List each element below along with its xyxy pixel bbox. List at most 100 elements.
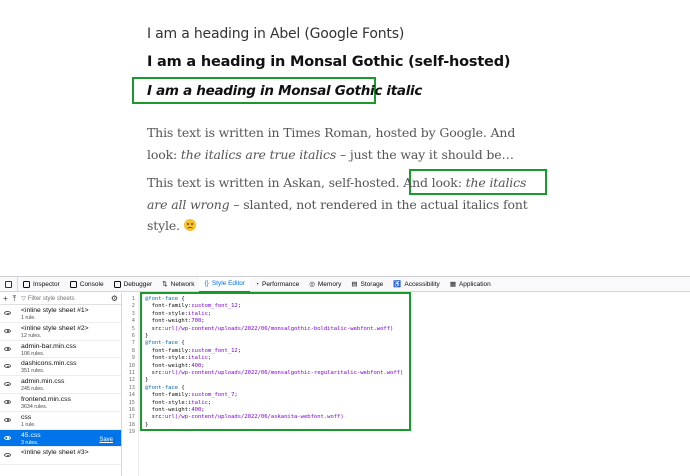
inspector-icon: [23, 280, 30, 288]
tab-label: Console: [79, 280, 104, 288]
eye-icon[interactable]: [0, 396, 15, 404]
stylesheet-item-selected[interactable]: 45.css 3 rules. Save: [0, 429, 121, 448]
debugger-icon: [113, 280, 121, 288]
stylesheet-rule-count: 351 rules.: [21, 368, 45, 375]
line-number: 4: [131, 318, 135, 325]
braces-icon: {}: [204, 280, 209, 287]
stylesheet-item[interactable]: frontend.min.css 3634 rules.: [0, 394, 121, 412]
stylesheet-name: dashicons.min.css: [21, 360, 77, 368]
filter-icon: ▽: [21, 296, 26, 302]
highlight-box-code: [140, 292, 411, 431]
tab-storage[interactable]: ▤ Storage: [346, 277, 388, 292]
line-number: 1: [131, 296, 135, 302]
memory-icon: ◎: [309, 281, 315, 288]
line-number: 9: [131, 355, 135, 362]
gauge-icon: ◔: [255, 280, 259, 288]
console-icon: [69, 280, 77, 288]
line-number: 12: [128, 377, 135, 384]
paragraph-askan: This text is written in Askan, self-host…: [147, 172, 547, 237]
tab-application[interactable]: ▦ Application: [445, 277, 496, 292]
line-number: 19: [128, 429, 135, 436]
stylesheet-name: 45.css: [21, 431, 41, 439]
line-number: 14: [128, 392, 135, 399]
tab-label: Network: [170, 280, 195, 288]
application-icon: ▦: [449, 281, 456, 288]
line-number: 18: [128, 421, 135, 428]
line-number: 13: [128, 384, 135, 391]
eye-icon[interactable]: [0, 449, 15, 458]
tab-debugger[interactable]: Debugger: [109, 277, 158, 292]
paragraph-times-italic: the italics are true italics: [180, 146, 337, 162]
save-button[interactable]: Save: [99, 437, 113, 443]
tab-label: Memory: [317, 280, 342, 288]
filter-placeholder: Filter style sheets: [27, 295, 75, 302]
stylesheet-name: admin.min.css: [21, 378, 65, 386]
import-stylesheet-icon[interactable]: ⤒: [13, 294, 17, 303]
eye-icon[interactable]: [0, 360, 15, 369]
stylesheet-rule-count: 245 rules.: [21, 386, 45, 393]
stylesheet-rule-count: 1 rule.: [21, 421, 36, 428]
stylesheet-rule-count: 3 rules.: [21, 439, 39, 446]
tab-performance[interactable]: ◔ Performance: [250, 277, 304, 292]
eye-icon[interactable]: [0, 307, 15, 315]
network-icon: ⇅: [162, 281, 168, 288]
paragraph-times: This text is written in Times Roman, hos…: [147, 122, 547, 165]
line-number: 10: [128, 362, 135, 369]
heading-abel: I am a heading in Abel (Google Fonts): [147, 26, 405, 42]
line-number: 3: [131, 310, 135, 317]
page-preview: I am a heading in Abel (Google Fonts) I …: [0, 0, 690, 276]
stylesheet-name: <inline style sheet #2>: [21, 324, 89, 332]
heading-monsal-bold: I am a heading in Monsal Gothic (self-ho…: [147, 54, 511, 70]
stylesheet-name: admin-bar.min.css: [21, 342, 77, 350]
line-number: 8: [131, 347, 135, 354]
stylesheet-item[interactable]: <inline style sheet #3>: [0, 447, 121, 466]
stylesheet-item[interactable]: admin-bar.min.css 106 rules.: [0, 341, 121, 359]
add-stylesheet-icon[interactable]: +: [3, 294, 8, 303]
eye-icon[interactable]: [0, 432, 15, 440]
sidebar-toolbar: + ⤒ ▽ Filter style sheets ⚙: [0, 293, 121, 305]
tab-label: Style Editor: [211, 280, 246, 287]
paragraph-askan-text-a: This text is written in Askan, self-host…: [147, 175, 466, 190]
stylesheet-item[interactable]: <inline style sheet #2> 12 rules.: [0, 323, 121, 341]
eye-icon[interactable]: [0, 325, 15, 333]
stylesheet-item[interactable]: dashicons.min.css 351 rules.: [0, 358, 121, 377]
line-number: 17: [128, 414, 135, 421]
stylesheet-name: <inline style sheet #3>: [21, 449, 89, 457]
stylesheet-rule-count: 3634 rules.: [21, 403, 48, 410]
paragraph-times-text-b: – just the way it should be…: [336, 146, 514, 162]
tab-accessibility[interactable]: ♿ Accessibility: [388, 277, 445, 292]
stylesheet-rule-count: 106 rules.: [21, 350, 45, 357]
tab-console[interactable]: Console: [65, 277, 109, 292]
eye-icon[interactable]: [0, 378, 15, 387]
element-picker-icon[interactable]: [0, 276, 18, 292]
tab-label: Storage: [360, 280, 384, 288]
stylesheet-name: css: [21, 413, 32, 421]
filter-stylesheets-input[interactable]: ▽ Filter style sheets: [21, 295, 106, 303]
stylesheet-rule-count: 12 rules.: [21, 332, 42, 339]
tab-style-editor[interactable]: {} Style Editor: [199, 276, 251, 292]
tab-label: Performance: [262, 280, 300, 288]
tab-memory[interactable]: ◎ Memory: [304, 277, 346, 292]
tab-label: Accessibility: [404, 280, 440, 288]
line-number: 7: [131, 340, 135, 347]
tab-network[interactable]: ⇅ Network: [157, 277, 199, 292]
heading-monsal-italic: I am a heading in Monsal Gothic italic: [147, 83, 423, 99]
tab-label: Application: [458, 280, 491, 288]
eye-icon[interactable]: [0, 414, 15, 422]
eye-icon[interactable]: [0, 343, 15, 351]
stylesheet-item[interactable]: admin.min.css 245 rules.: [0, 376, 121, 394]
tab-label: Inspector: [33, 280, 60, 288]
line-number: 6: [131, 333, 135, 339]
line-number: 5: [131, 325, 135, 332]
tab-label: Debugger: [123, 280, 153, 288]
devtools-tabbar: Inspector Console Debugger ⇅ Network {} St…: [0, 276, 690, 292]
stylesheet-item[interactable]: <inline style sheet #1> 1 rule.: [0, 305, 121, 323]
tab-inspector[interactable]: Inspector: [18, 277, 65, 292]
line-number: 11: [128, 370, 135, 376]
settings-gear-icon[interactable]: ⚙: [111, 294, 118, 303]
line-number: 2: [131, 303, 135, 310]
accessibility-icon: ♿: [393, 281, 402, 288]
stylesheet-rule-count: 1 rule.: [21, 315, 36, 321]
stylesheet-name: frontend.min.css: [21, 395, 71, 403]
stylesheet-item[interactable]: css 1 rule.: [0, 412, 121, 430]
